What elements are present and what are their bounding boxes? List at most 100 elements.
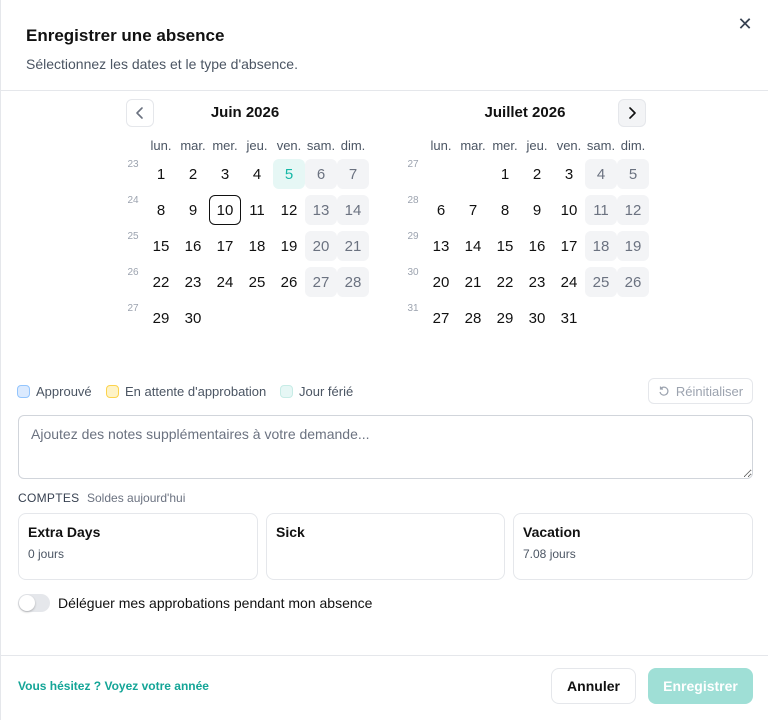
view-year-link[interactable]: Vous hésitez ? Voyez votre année	[18, 679, 209, 693]
week-number: 25	[127, 231, 139, 242]
calendar-day[interactable]: 16	[177, 231, 209, 261]
weekday-header: dim.	[340, 138, 366, 153]
week-number: 31	[407, 303, 419, 314]
calendar-day[interactable]: 12	[617, 195, 649, 225]
calendar-day[interactable]: 23	[177, 267, 209, 297]
calendar-day[interactable]: 7	[337, 159, 369, 189]
dialog-title: Enregistrer une absence	[26, 26, 225, 45]
calendar-day[interactable]: 31	[553, 303, 585, 333]
calendar-day[interactable]: 17	[553, 231, 585, 261]
save-button[interactable]: Enregistrer	[648, 668, 753, 704]
calendar-day[interactable]: 2	[521, 159, 553, 189]
balance-card-sick[interactable]: Sick	[266, 513, 505, 580]
calendar-day[interactable]: 22	[145, 267, 177, 297]
calendar-day[interactable]: 9	[521, 195, 553, 225]
calendar-day[interactable]: 22	[489, 267, 521, 297]
calendar-day[interactable]: 28	[457, 303, 489, 333]
balance-card-vacation[interactable]: Vacation 7.08 jours	[513, 513, 753, 580]
notes-textarea[interactable]	[18, 415, 753, 479]
dialog-subtitle: Sélectionnez les dates et le type d'abse…	[26, 56, 298, 72]
week-number: 27	[407, 159, 419, 170]
calendar-day[interactable]: 14	[337, 195, 369, 225]
calendar-day[interactable]: 1	[489, 159, 521, 189]
calendar-day[interactable]: 4	[585, 159, 617, 189]
calendar-day[interactable]: 30	[177, 303, 209, 333]
weekday-header: lun.	[150, 138, 172, 153]
balance-card-title: Sick	[276, 524, 305, 540]
cancel-button[interactable]: Annuler	[551, 668, 636, 704]
calendar-day[interactable]: 8	[489, 195, 521, 225]
calendar-day[interactable]: 30	[521, 303, 553, 333]
month-label-july: Juillet 2026	[484, 104, 566, 121]
calendar-day[interactable]: 28	[337, 267, 369, 297]
calendar-day[interactable]: 9	[177, 195, 209, 225]
calendar-day[interactable]: 3	[209, 159, 241, 189]
weekday-header: jeu.	[526, 138, 548, 153]
calendar-day[interactable]: 11	[241, 195, 273, 225]
calendar-day[interactable]: 19	[617, 231, 649, 261]
calendar-day[interactable]: 27	[305, 267, 337, 297]
prev-month-button[interactable]	[126, 99, 154, 127]
calendar-day[interactable]: 29	[489, 303, 521, 333]
calendar-day[interactable]: 3	[553, 159, 585, 189]
calendar-day[interactable]: 6	[425, 195, 457, 225]
calendar-day[interactable]: 26	[617, 267, 649, 297]
week-number: 23	[127, 159, 139, 170]
legend-pending-label: En attente d'approbation	[125, 383, 267, 399]
calendar-day[interactable]: 21	[457, 267, 489, 297]
calendar-day[interactable]: 11	[585, 195, 617, 225]
legend-pending: En attente d'approbation	[106, 383, 266, 399]
holiday-swatch	[280, 384, 293, 398]
calendar-day[interactable]: 13	[425, 231, 457, 261]
calendar-day[interactable]: 1	[145, 159, 177, 189]
calendar-day[interactable]: 25	[241, 267, 273, 297]
calendar-day[interactable]: 15	[489, 231, 521, 261]
calendar-day[interactable]: 26	[273, 267, 305, 297]
calendar-day[interactable]: 17	[209, 231, 241, 261]
calendar-day[interactable]: 15	[145, 231, 177, 261]
calendar-day[interactable]: 10	[553, 195, 585, 225]
calendar-day[interactable]: 2	[177, 159, 209, 189]
reset-button[interactable]: Réinitialiser	[648, 378, 753, 404]
calendar-day[interactable]: 24	[553, 267, 585, 297]
next-month-button[interactable]	[618, 99, 646, 127]
footer-divider	[1, 655, 768, 656]
calendar-day[interactable]: 25	[585, 267, 617, 297]
legend-approved: Approuvé	[17, 383, 92, 399]
calendar-day[interactable]: 10	[209, 195, 241, 225]
calendar-day[interactable]: 5	[617, 159, 649, 189]
calendar-day[interactable]: 18	[585, 231, 617, 261]
calendar-day[interactable]: 20	[425, 267, 457, 297]
legend-approved-label: Approuvé	[36, 383, 92, 399]
weekday-header: ven.	[276, 138, 302, 153]
calendar-day[interactable]: 21	[337, 231, 369, 261]
month-label-june: Juin 2026	[210, 104, 280, 121]
calendar-day[interactable]: 18	[241, 231, 273, 261]
balance-card-value: 7.08 jours	[523, 547, 576, 561]
calendar-day[interactable]: 5	[273, 159, 305, 189]
calendar-day[interactable]: 13	[305, 195, 337, 225]
legend-holiday-label: Jour férié	[299, 383, 354, 399]
calendar-day[interactable]: 19	[273, 231, 305, 261]
calendar-day[interactable]: 7	[457, 195, 489, 225]
calendar-day[interactable]: 14	[457, 231, 489, 261]
reset-label: Réinitialiser	[675, 383, 744, 399]
calendar-day[interactable]: 12	[273, 195, 305, 225]
calendar-day[interactable]: 20	[305, 231, 337, 261]
calendar-day[interactable]: 23	[521, 267, 553, 297]
weekday-header: mar.	[180, 138, 206, 153]
calendar-day[interactable]: 8	[145, 195, 177, 225]
week-number: 30	[407, 267, 419, 278]
delegate-toggle[interactable]	[18, 594, 50, 612]
calendar-day[interactable]: 27	[425, 303, 457, 333]
calendar-day[interactable]: 24	[209, 267, 241, 297]
balances-heading: COMPTES	[18, 491, 80, 505]
calendar-day[interactable]: 29	[145, 303, 177, 333]
close-icon[interactable]: ✕	[735, 14, 755, 34]
calendar-day[interactable]: 6	[305, 159, 337, 189]
calendar-day[interactable]: 16	[521, 231, 553, 261]
balance-card-extra-days[interactable]: Extra Days 0 jours	[18, 513, 258, 580]
reset-icon	[659, 386, 669, 396]
calendar-day[interactable]: 4	[241, 159, 273, 189]
weekday-header: mer.	[212, 138, 238, 153]
